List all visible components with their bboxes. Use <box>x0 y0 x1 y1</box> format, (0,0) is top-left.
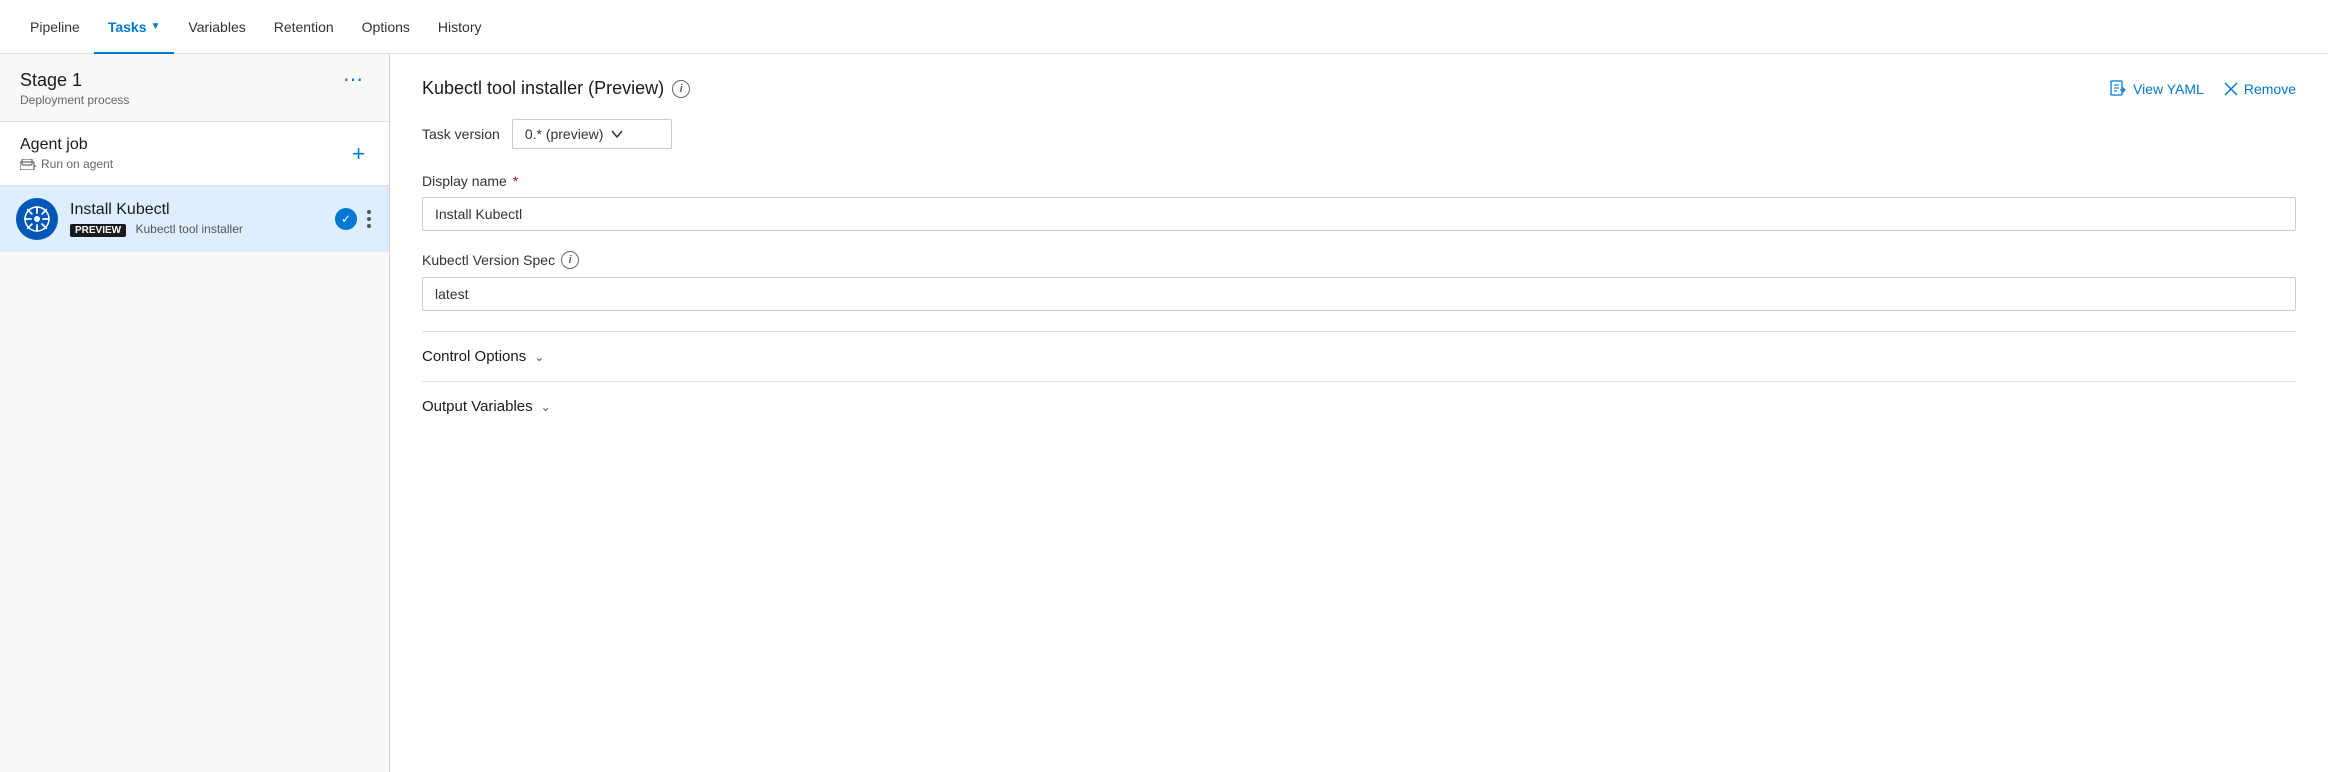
top-nav: Pipeline Tasks ▼ Variables Retention Opt… <box>0 0 2328 54</box>
right-panel: Kubectl tool installer (Preview) i View … <box>390 54 2328 772</box>
control-options-section: Control Options ⌄ <box>422 331 2296 381</box>
agent-job-title: Agent job <box>20 136 113 154</box>
kubectl-version-info-icon[interactable]: i <box>561 251 579 269</box>
task-context-menu-button[interactable] <box>365 210 373 228</box>
display-name-field-group: Display name * <box>422 173 2296 231</box>
required-star: * <box>513 173 518 189</box>
nav-retention[interactable]: Retention <box>260 0 348 54</box>
agent-job-section: Agent job Run on agent + <box>0 122 389 186</box>
task-version-label: Task version <box>422 126 500 142</box>
output-variables-toggle[interactable]: Output Variables ⌄ <box>422 398 551 415</box>
stage-menu-button[interactable]: ⋯ <box>339 70 369 90</box>
panel-header: Kubectl tool installer (Preview) i View … <box>422 78 2296 99</box>
close-icon <box>2224 82 2238 96</box>
kubectl-version-field-group: Kubectl Version Spec i <box>422 251 2296 311</box>
yaml-icon <box>2109 80 2127 98</box>
agent-job-subtitle: Run on agent <box>20 157 113 171</box>
output-variables-section: Output Variables ⌄ <box>422 381 2296 431</box>
task-name: Install Kubectl <box>70 201 323 219</box>
stage-title: Stage 1 <box>20 70 129 91</box>
stage-header: Stage 1 Deployment process ⋯ <box>0 54 389 122</box>
nav-history[interactable]: History <box>424 0 496 54</box>
task-description: PREVIEW Kubectl tool installer <box>70 222 323 236</box>
task-preview-badge: PREVIEW <box>70 224 126 237</box>
agent-job-info: Agent job Run on agent <box>20 136 113 171</box>
stage-subtitle: Deployment process <box>20 93 129 107</box>
stage-info: Stage 1 Deployment process <box>20 70 129 107</box>
view-yaml-button[interactable]: View YAML <box>2109 80 2204 98</box>
display-name-input[interactable] <box>422 197 2296 231</box>
nav-options[interactable]: Options <box>348 0 424 54</box>
nav-pipeline[interactable]: Pipeline <box>16 0 94 54</box>
add-task-button[interactable]: + <box>348 141 369 167</box>
task-actions: ✓ <box>335 208 373 230</box>
display-name-label: Display name * <box>422 173 2296 189</box>
main-layout: Stage 1 Deployment process ⋯ Agent job R… <box>0 54 2328 772</box>
task-check-icon: ✓ <box>335 208 357 230</box>
info-icon[interactable]: i <box>672 80 690 98</box>
agent-icon <box>20 159 36 170</box>
task-item[interactable]: Install Kubectl PREVIEW Kubectl tool ins… <box>0 186 389 252</box>
kubectl-version-label: Kubectl Version Spec i <box>422 251 2296 269</box>
nav-tasks[interactable]: Tasks ▼ <box>94 0 175 54</box>
left-panel: Stage 1 Deployment process ⋯ Agent job R… <box>0 54 390 772</box>
chevron-down-icon <box>611 130 623 138</box>
kubectl-icon <box>23 205 51 233</box>
chevron-down-icon: ▼ <box>151 21 161 32</box>
nav-variables[interactable]: Variables <box>174 0 259 54</box>
control-options-toggle[interactable]: Control Options ⌄ <box>422 348 544 365</box>
remove-button[interactable]: Remove <box>2224 81 2296 97</box>
dot-2 <box>367 217 371 221</box>
dot-3 <box>367 224 371 228</box>
panel-title-area: Kubectl tool installer (Preview) i <box>422 78 690 99</box>
kubectl-version-input[interactable] <box>422 277 2296 311</box>
task-icon-circle <box>16 198 58 240</box>
output-variables-chevron: ⌄ <box>541 400 551 414</box>
dot-1 <box>367 210 371 214</box>
task-info: Install Kubectl PREVIEW Kubectl tool ins… <box>70 201 323 236</box>
task-version-row: Task version 0.* (preview) <box>422 119 2296 149</box>
panel-actions: View YAML Remove <box>2109 80 2296 98</box>
control-options-chevron: ⌄ <box>534 350 544 364</box>
panel-title: Kubectl tool installer (Preview) <box>422 78 664 99</box>
task-version-select[interactable]: 0.* (preview) <box>512 119 672 149</box>
